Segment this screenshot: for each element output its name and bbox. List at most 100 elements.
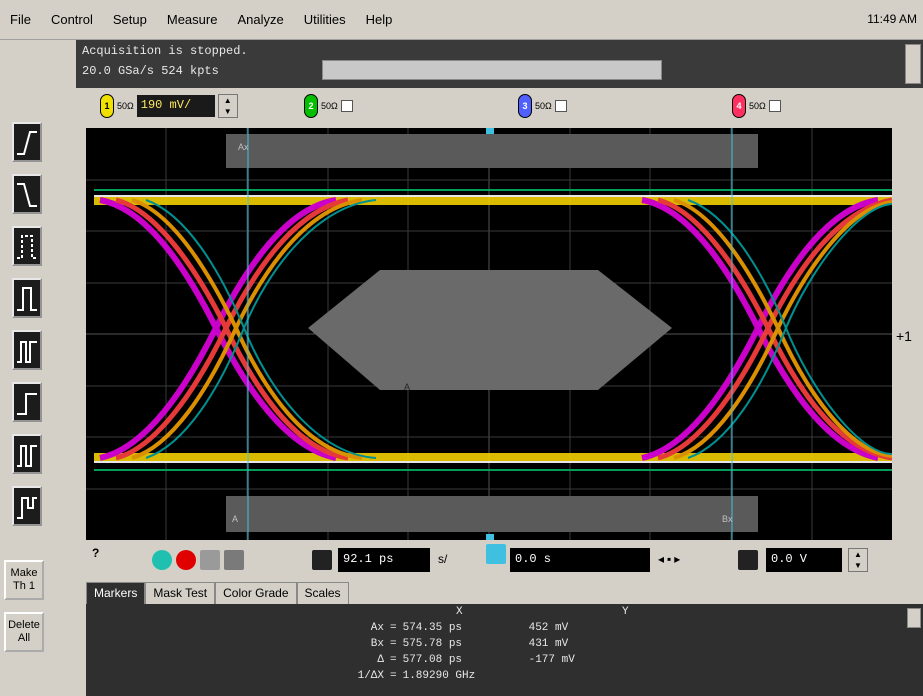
runt-trigger-button[interactable] — [12, 330, 42, 370]
menu-control[interactable]: Control — [41, 12, 103, 27]
falling-edge-trigger-button[interactable] — [12, 174, 42, 214]
trigger-level-marker: +1 — [896, 328, 912, 344]
menu-analyze[interactable]: Analyze — [227, 12, 293, 27]
delay-reference-icon[interactable] — [486, 544, 506, 564]
measurement-x: 1.89290 GHz — [402, 670, 476, 682]
measurement-x: 577.08 ps — [402, 654, 463, 666]
measurement-y: 431 mV — [528, 638, 569, 650]
column-x-header: X — [456, 606, 463, 618]
trigger-level-spinner[interactable]: ▲ ▼ — [848, 548, 868, 572]
trigger-level-value[interactable]: 0.0 V — [766, 548, 842, 572]
trigger-icon[interactable] — [738, 550, 758, 570]
panel-pin-button[interactable] — [907, 608, 921, 628]
channel-3-checkbox[interactable] — [554, 100, 567, 112]
pattern-trigger-button[interactable] — [12, 434, 42, 474]
waveform-display[interactable]: Ax A Bx A — [86, 128, 892, 540]
make-threshold-button[interactable]: Make Th 1 — [4, 560, 44, 600]
time-scale-value[interactable]: 92.1 ps — [338, 548, 430, 572]
glitch-trigger-button[interactable] — [12, 278, 42, 318]
horizontal-icon[interactable] — [312, 550, 332, 570]
measurement-x: 574.35 ps — [402, 622, 463, 634]
falling-edge-icon — [17, 183, 37, 207]
trigger-level-strip[interactable]: +1 — [892, 128, 923, 540]
delete-all-label: Delete All — [8, 619, 40, 644]
measurement-row: Ax = 574.35 ps 452 mV — [356, 622, 609, 634]
delay-step-buttons[interactable]: ◂▪▸ — [658, 552, 683, 566]
menu-file[interactable]: File — [0, 12, 41, 27]
channel-1-scale-spinner[interactable]: ▲ ▼ — [217, 94, 238, 118]
delete-all-button[interactable]: Delete All — [4, 612, 44, 652]
trigger-position-top[interactable] — [486, 128, 494, 134]
measurement-label: 1/ΔX — [357, 670, 384, 682]
tab-scales[interactable]: Scales — [296, 582, 349, 604]
channel-1-control[interactable]: 1 50Ω 190 mV/ ▲ ▼ — [100, 94, 238, 118]
measurement-y: 452 mV — [528, 622, 569, 634]
setup-hold-icon — [17, 497, 37, 519]
setup-hold-trigger-button[interactable] — [12, 486, 42, 526]
oscilloscope-app: File Control Setup Measure Analyze Utili… — [0, 0, 923, 696]
waveform-overview-bar[interactable] — [322, 60, 662, 80]
pattern-icon — [17, 445, 37, 467]
channel-4-button[interactable]: 4 — [732, 94, 746, 118]
channel-1-impedance: 50Ω — [117, 101, 134, 111]
time-scale-unit: s/ — [438, 552, 448, 566]
rising-edge-trigger-button[interactable] — [12, 122, 42, 162]
measurement-row: Bx = 575.78 ps 431 mV — [356, 638, 609, 650]
measurement-label: Δ — [377, 654, 384, 666]
measurement-row: Δ = 577.08 ps -177 mV — [356, 654, 609, 666]
acquisition-state: Acquisition is stopped. — [82, 44, 248, 58]
measurement-y: -177 mV — [528, 654, 575, 666]
menu-bar: File Control Setup Measure Analyze Utili… — [0, 0, 923, 40]
channel-2-impedance: 50Ω — [321, 101, 338, 111]
mask-label: A — [404, 382, 410, 392]
channel-3-button[interactable]: 3 — [518, 94, 532, 118]
delay-value[interactable]: 0.0 s — [510, 548, 650, 572]
menu-help[interactable]: Help — [356, 12, 403, 27]
marker-a-bottom-label: A — [232, 514, 238, 524]
channel-3-impedance: 50Ω — [535, 101, 552, 111]
analysis-tabs: Markers Mask Test Color Grade Scales — [86, 582, 923, 604]
marker-bx-label: Bx — [722, 514, 733, 524]
marker-measurements: X Y Ax = 574.35 ps 452 mV Bx = 575.78 ps 4… — [86, 604, 923, 696]
channel-1-button[interactable]: 1 — [100, 94, 114, 118]
timeout-icon — [17, 393, 37, 415]
channel-2-checkbox[interactable] — [340, 100, 353, 112]
clock: 11:49 AM — [867, 12, 917, 26]
help-marker-icon[interactable]: ? — [92, 546, 99, 560]
column-y-header: Y — [622, 606, 629, 618]
channel-3-control[interactable]: 3 50Ω — [518, 94, 567, 118]
horizontal-control-row: ? 92.1 ps s/ 0.0 s ◂▪▸ 0.0 V ▲ ▼ — [76, 540, 923, 580]
menu-measure[interactable]: Measure — [157, 12, 228, 27]
channel-4-impedance: 50Ω — [749, 101, 766, 111]
channel-4-control[interactable]: 4 50Ω — [732, 94, 781, 118]
measurement-x: 575.78 ps — [402, 638, 463, 650]
tab-mask-test[interactable]: Mask Test — [145, 582, 216, 604]
sample-rate: 20.0 GSa/s 524 kpts — [82, 64, 219, 78]
run-icon[interactable] — [152, 550, 172, 570]
timeout-trigger-button[interactable] — [12, 382, 42, 422]
pulse-width-icon — [17, 235, 37, 259]
left-toolbar: Make Th 1 Delete All — [0, 40, 76, 696]
menu-utilities[interactable]: Utilities — [294, 12, 356, 27]
stop-icon[interactable] — [176, 550, 196, 570]
channel-4-checkbox[interactable] — [768, 100, 781, 112]
tab-markers[interactable]: Markers — [86, 582, 146, 604]
measurement-y — [529, 670, 609, 682]
rising-edge-icon — [17, 131, 37, 155]
pulse-width-trigger-button[interactable] — [12, 226, 42, 266]
channel-row: 1 50Ω 190 mV/ ▲ ▼ 2 50Ω 3 50Ω 4 50Ω — [76, 88, 923, 128]
channel-1-scale[interactable]: 190 mV/ — [136, 95, 215, 117]
tab-color-grade[interactable]: Color Grade — [215, 582, 297, 604]
channel-2-button[interactable]: 2 — [304, 94, 318, 118]
measurement-label: Bx — [370, 638, 384, 650]
menu-setup[interactable]: Setup — [103, 12, 157, 27]
mask-top-region — [226, 134, 758, 168]
eye-diagram: Ax A Bx A — [86, 128, 892, 540]
measurement-label: Ax — [370, 622, 384, 634]
status-scrollbar[interactable] — [905, 44, 921, 84]
single-icon[interactable] — [200, 550, 220, 570]
measurement-row: 1/ΔX = 1.89290 GHz — [356, 670, 609, 682]
channel-2-control[interactable]: 2 50Ω — [304, 94, 353, 118]
mask-center-polygon — [308, 270, 672, 390]
print-icon[interactable] — [224, 550, 244, 570]
